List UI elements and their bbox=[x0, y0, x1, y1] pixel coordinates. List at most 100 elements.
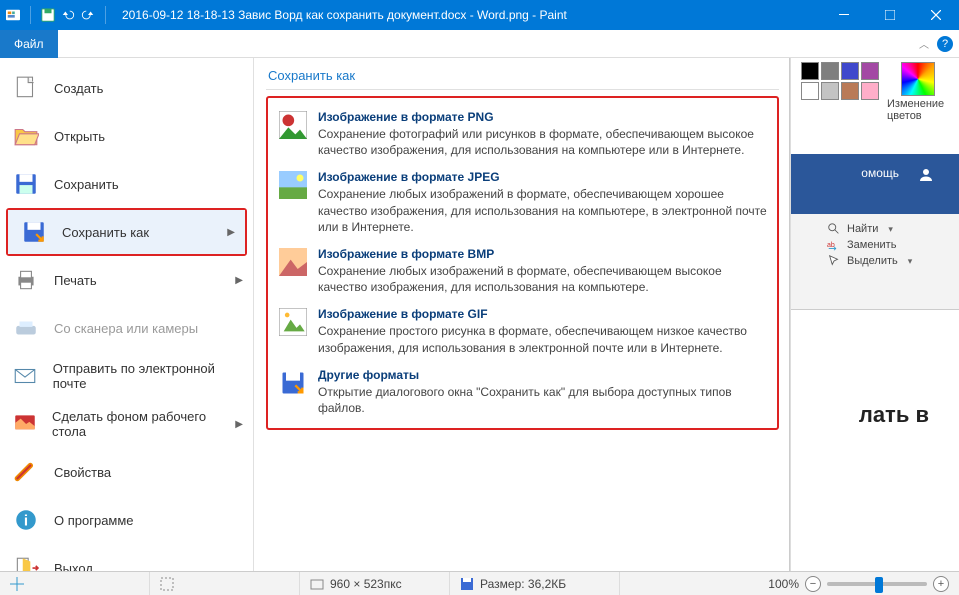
save-icon bbox=[12, 170, 40, 198]
share-icon bbox=[917, 166, 935, 184]
open-icon bbox=[12, 122, 40, 150]
find-button[interactable]: Найти ▾ bbox=[827, 222, 959, 236]
format-title: Изображение в формате PNG bbox=[318, 110, 767, 124]
rainbow-icon bbox=[901, 62, 935, 96]
disk-icon bbox=[460, 577, 474, 591]
selection-icon bbox=[160, 577, 174, 591]
zoom-out-button[interactable]: − bbox=[805, 576, 821, 592]
mail-icon bbox=[12, 362, 39, 390]
menu-label: Печать bbox=[54, 273, 97, 288]
print-icon bbox=[12, 266, 40, 294]
menu-item-email[interactable]: Отправить по электронной почте bbox=[0, 352, 253, 400]
file-menu: Создать Открыть Сохранить Сохранить как … bbox=[0, 58, 790, 571]
cursor-icon bbox=[827, 254, 841, 268]
menu-label: Сохранить как bbox=[62, 225, 149, 240]
menu-label: Со сканера или камеры bbox=[54, 321, 198, 336]
about-icon: i bbox=[12, 506, 40, 534]
edit-colors-button[interactable]: Изменение цветов bbox=[887, 62, 949, 122]
format-desc: Сохранение любых изображений в формате, … bbox=[318, 263, 767, 295]
format-desc: Открытие диалогового окна "Сохранить как… bbox=[318, 384, 767, 416]
edit-colors-label: Изменение цветов bbox=[887, 98, 949, 122]
replace-icon: ab bbox=[827, 238, 841, 252]
status-bar: 960 × 523пкс Размер: 36,2КБ 100% − + bbox=[0, 571, 959, 595]
maximize-button[interactable] bbox=[867, 0, 913, 30]
menu-label: Отправить по электронной почте bbox=[53, 361, 243, 391]
gif-icon bbox=[278, 307, 308, 337]
menu-label: Создать bbox=[54, 81, 103, 96]
menu-item-open[interactable]: Открыть bbox=[0, 112, 253, 160]
ribbon-tabs: Файл ︿ ? bbox=[0, 30, 959, 58]
zoom-in-button[interactable]: + bbox=[933, 576, 949, 592]
qat-redo-icon[interactable] bbox=[81, 8, 95, 22]
new-icon bbox=[12, 74, 40, 102]
other-formats-icon bbox=[278, 368, 308, 398]
menu-item-about[interactable]: i О программе bbox=[0, 496, 253, 544]
format-title: Другие форматы bbox=[318, 368, 767, 382]
menu-label: Свойства bbox=[54, 465, 111, 480]
file-menu-left: Создать Открыть Сохранить Сохранить как … bbox=[0, 58, 254, 571]
help-button[interactable]: ? bbox=[937, 36, 953, 52]
menu-label: Сделать фоном рабочего стола bbox=[52, 409, 221, 439]
search-icon bbox=[827, 222, 841, 236]
scanner-icon bbox=[12, 314, 40, 342]
menu-item-print[interactable]: Печать ▶ bbox=[0, 256, 253, 304]
ribbon-collapse-icon[interactable]: ︿ bbox=[919, 36, 929, 51]
format-desc: Сохранение фотографий или рисунков в фор… bbox=[318, 126, 767, 158]
desktop-icon bbox=[12, 410, 38, 438]
menu-item-scanner: Со сканера или камеры bbox=[0, 304, 253, 352]
app-icon bbox=[6, 8, 20, 22]
file-tab[interactable]: Файл bbox=[0, 30, 58, 58]
crosshair-icon bbox=[10, 577, 24, 591]
jpeg-icon bbox=[278, 170, 308, 200]
save-as-title: Сохранить как bbox=[266, 66, 779, 90]
format-bmp[interactable]: Изображение в формате BMP Сохранение люб… bbox=[276, 241, 769, 301]
save-as-panel: Сохранить как Изображение в формате PNG … bbox=[254, 58, 789, 571]
svg-text:i: i bbox=[24, 512, 28, 529]
status-selection bbox=[150, 572, 300, 595]
png-icon bbox=[278, 110, 308, 140]
status-canvas-size: 960 × 523пкс bbox=[300, 572, 450, 595]
canvas-size-icon bbox=[310, 577, 324, 591]
bmp-icon bbox=[278, 247, 308, 277]
window-title: 2016-09-12 18-18-13 Завис Ворд как сохра… bbox=[116, 8, 821, 22]
format-title: Изображение в формате GIF bbox=[318, 307, 767, 321]
document-text-fragment: лать в bbox=[859, 402, 929, 428]
format-png[interactable]: Изображение в формате PNG Сохранение фот… bbox=[276, 104, 769, 164]
format-jpeg[interactable]: Изображение в формате JPEG Сохранение лю… bbox=[276, 164, 769, 241]
word-help-fragment: омощь bbox=[861, 166, 899, 180]
svg-text:ab: ab bbox=[827, 242, 835, 249]
menu-label: Сохранить bbox=[54, 177, 119, 192]
format-title: Изображение в формате JPEG bbox=[318, 170, 767, 184]
properties-icon bbox=[12, 458, 40, 486]
submenu-arrow-icon: ▶ bbox=[235, 419, 243, 430]
format-desc: Сохранение любых изображений в формате, … bbox=[318, 186, 767, 235]
format-gif[interactable]: Изображение в формате GIF Сохранение про… bbox=[276, 301, 769, 361]
menu-item-save-as[interactable]: Сохранить как ▶ bbox=[8, 210, 245, 254]
status-coords bbox=[0, 572, 150, 595]
zoom-level: 100% bbox=[768, 577, 799, 591]
menu-label: О программе bbox=[54, 513, 134, 528]
menu-item-save[interactable]: Сохранить bbox=[0, 160, 253, 208]
menu-item-new[interactable]: Создать bbox=[0, 64, 253, 112]
submenu-arrow-icon: ▶ bbox=[227, 227, 235, 238]
close-button[interactable] bbox=[913, 0, 959, 30]
background-content: Изменение цветов омощь Найти ▾ ab Замени… bbox=[790, 58, 959, 571]
zoom-controls: 100% − + bbox=[758, 572, 959, 595]
minimize-button[interactable] bbox=[821, 0, 867, 30]
submenu-arrow-icon: ▶ bbox=[235, 275, 243, 286]
menu-item-properties[interactable]: Свойства bbox=[0, 448, 253, 496]
format-title: Изображение в формате BMP bbox=[318, 247, 767, 261]
select-button[interactable]: Выделить ▾ bbox=[827, 254, 959, 268]
format-other[interactable]: Другие форматы Открытие диалогового окна… bbox=[276, 362, 769, 422]
title-bar: 2016-09-12 18-18-13 Завис Ворд как сохра… bbox=[0, 0, 959, 30]
qat-save-icon[interactable] bbox=[41, 8, 55, 22]
color-swatches[interactable] bbox=[801, 62, 879, 100]
menu-label: Открыть bbox=[54, 129, 105, 144]
zoom-slider[interactable] bbox=[827, 582, 927, 586]
format-desc: Сохранение простого рисунка в формате, о… bbox=[318, 323, 767, 355]
qat-undo-icon[interactable] bbox=[61, 8, 75, 22]
replace-button[interactable]: ab Заменить bbox=[827, 238, 959, 252]
menu-item-desktop-bg[interactable]: Сделать фоном рабочего стола ▶ bbox=[0, 400, 253, 448]
status-file-size: Размер: 36,2КБ bbox=[450, 572, 620, 595]
save-as-icon bbox=[20, 218, 48, 246]
